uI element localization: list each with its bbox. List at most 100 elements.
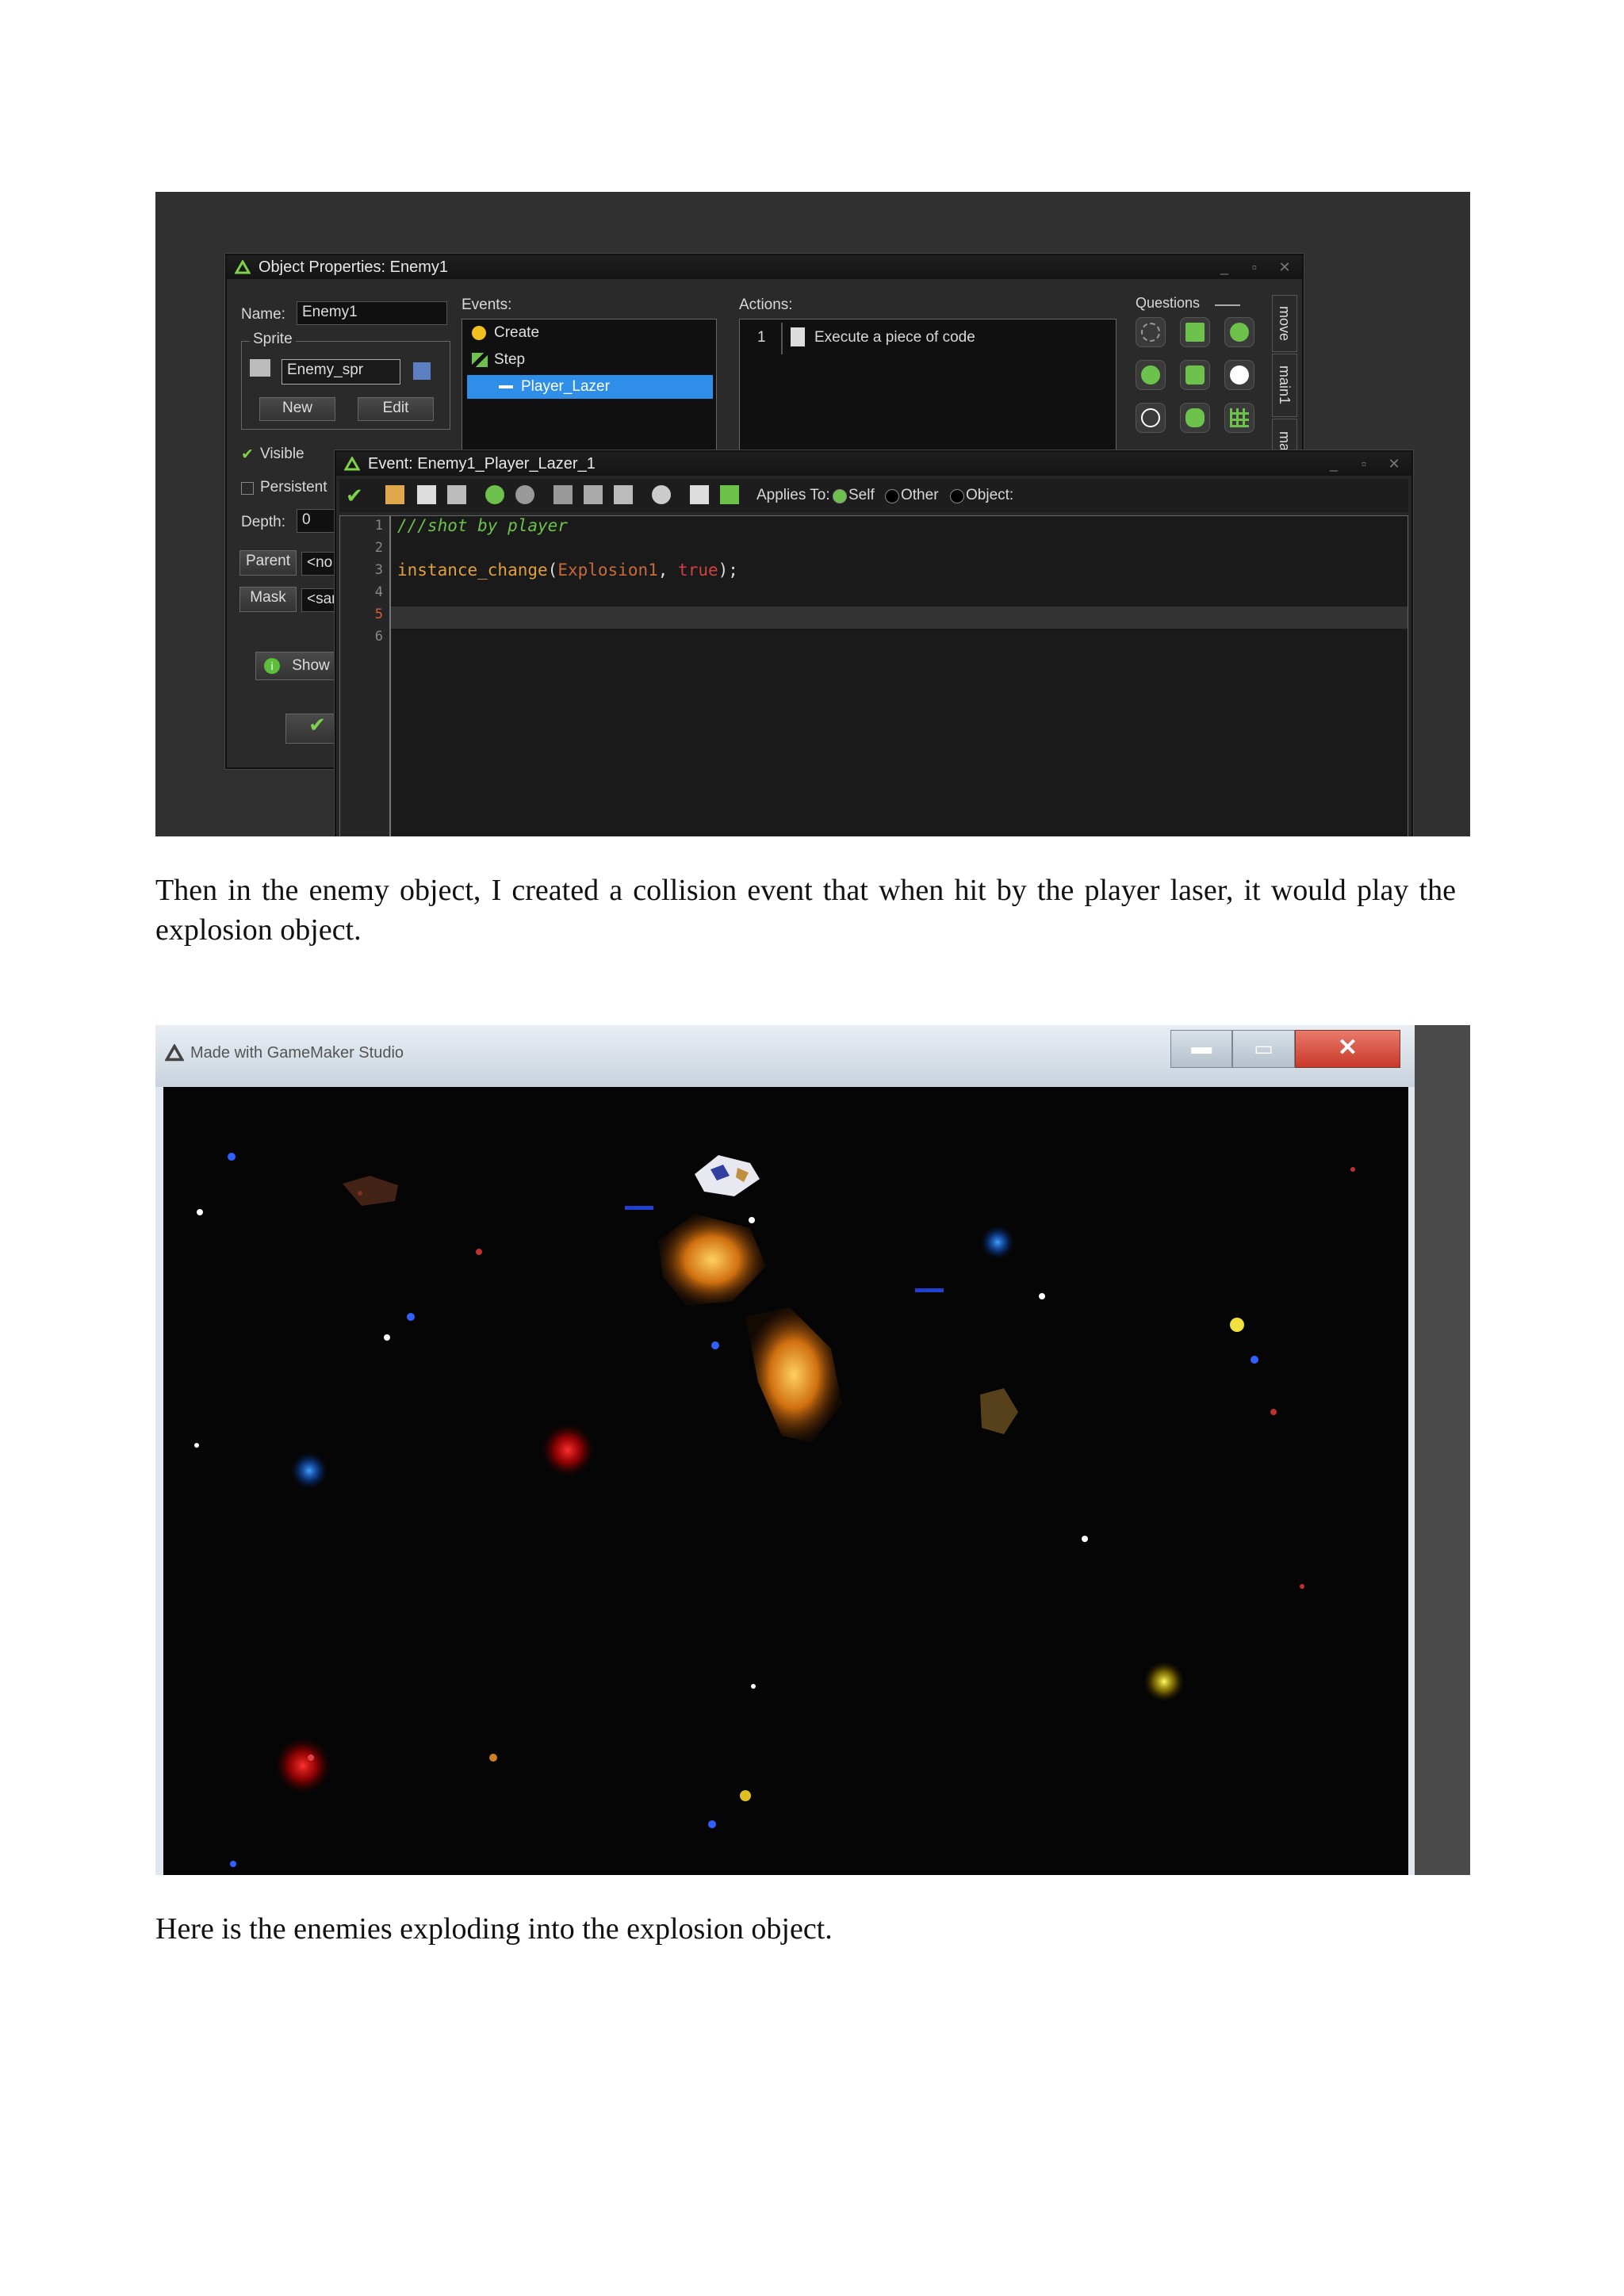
object-properties-titlebar[interactable]: Object Properties: Enemy1 _ ▫ ✕ [227,255,1302,279]
redo-icon[interactable] [515,485,534,504]
cut-icon[interactable] [553,485,573,504]
visible-checkbox[interactable]: ✔ [241,446,254,464]
blue-orb [980,1225,1015,1260]
export-icon[interactable] [720,485,739,504]
question-ask-icon[interactable] [1224,360,1254,390]
action-divider [781,323,783,354]
applies-object-radio[interactable] [950,489,964,503]
undo-icon[interactable] [485,485,504,504]
question-count-icon[interactable] [1136,360,1166,390]
event-window-titlebar[interactable]: Event: Enemy1_Player_Lazer_1 _ ▫ ✕ [336,452,1411,476]
applies-to-label: Applies To: [756,487,830,503]
name-field[interactable]: Enemy1 [297,301,447,325]
event-create[interactable]: Create [467,321,713,345]
ok-check-icon[interactable]: ✔ [346,484,363,508]
red-orb [274,1737,331,1794]
blue-orb [290,1452,328,1490]
game-window-titlebar[interactable]: Made with GameMaker Studio ▬ ▭ ✕ [155,1025,1415,1087]
yellow-orb [1143,1661,1185,1702]
sprite-field[interactable]: Enemy_spr [282,359,400,385]
questions-rule [1215,304,1240,306]
yellow-stars [489,1318,1244,1801]
applies-other-radio[interactable] [885,489,899,503]
question-mouse-icon[interactable] [1180,403,1210,433]
sprite-group: Sprite Enemy_spr New Edit [241,331,450,430]
explosion [343,1176,1018,1442]
parent-button[interactable]: Parent [239,550,297,576]
sprite-thumbnail-icon [250,359,270,377]
show-information-button[interactable]: i Show [255,652,343,680]
minimize-icon[interactable]: _ [1323,455,1345,473]
line-number: 1 [374,518,383,534]
tab-move[interactable]: move [1272,295,1297,352]
code-comment: ///shot by player [397,516,568,535]
laser-bolt [625,1206,653,1210]
actions-label: Actions: [739,297,793,313]
applies-self-radio[interactable] [833,489,847,503]
game-window-screenshot: Made with GameMaker Studio ▬ ▭ ✕ [155,1025,1470,1875]
minimize-button[interactable]: ▬ [1170,1030,1233,1068]
event-create-label: Create [494,324,540,341]
bulb-icon [472,326,486,340]
question-mark-icon[interactable] [1136,403,1166,433]
white-stars [194,1209,1088,1761]
game-canvas[interactable] [163,1087,1408,1875]
tab-main1[interactable]: main1 [1272,354,1297,417]
show-button-label: Show [292,657,330,674]
step-icon [472,353,488,367]
sprite-browse-icon[interactable] [413,362,431,380]
maximize-icon[interactable]: ▫ [1353,455,1375,473]
action-index: 1 [757,329,766,346]
question-grid-icon[interactable] [1224,403,1254,433]
goto-icon[interactable] [690,485,709,504]
maximize-icon[interactable]: ▫ [1243,258,1266,276]
game-window-title: Made with GameMaker Studio [190,1044,404,1062]
window-controls: ▬ ▭ ✕ [1170,1030,1401,1068]
red-stars [358,1167,1355,1589]
minimize-icon[interactable]: _ [1213,258,1235,276]
event-window-title: Event: Enemy1_Player_Lazer_1 [368,455,596,473]
action-execute-code[interactable]: Execute a piece of code [814,329,975,346]
print-icon[interactable] [447,485,466,504]
code-page-icon [791,327,805,346]
code-editor[interactable]: 1 2 3 4 5 6 ///shot by player instance_c… [339,515,1408,836]
close-button[interactable]: ✕ [1294,1030,1401,1068]
line-number: 4 [374,584,383,600]
lazer-sprite-icon [499,385,513,388]
edit-sprite-button[interactable]: Edit [358,397,434,421]
depth-label: Depth: [241,514,285,530]
close-icon[interactable]: ✕ [1274,258,1296,276]
event-collision-label: Player_Lazer [521,378,610,395]
line-number: 2 [374,540,383,556]
new-sprite-button[interactable]: New [259,397,335,421]
mask-button[interactable]: Mask [239,587,297,612]
search-icon[interactable] [652,485,671,504]
question-dice-icon[interactable] [1180,360,1210,390]
laser-bolt [915,1288,944,1292]
applies-object-label: Object: [966,487,1014,503]
line-number: 6 [374,629,383,645]
copy-icon[interactable] [584,485,603,504]
question-empty-icon[interactable] [1136,317,1166,347]
visible-label: Visible [260,446,304,462]
paste-icon[interactable] [614,485,633,504]
gamemaker-logo-icon [165,1044,184,1062]
code-paren: ( [547,561,558,580]
event-code-window: Event: Enemy1_Player_Lazer_1 _ ▫ ✕ ✔ App… [335,450,1413,836]
event-collision-player-lazer[interactable]: Player_Lazer [467,375,713,399]
red-orb [541,1423,595,1477]
close-icon[interactable]: ✕ [1383,455,1405,473]
question-collision-icon[interactable] [1180,317,1210,347]
collision-icon [472,380,492,394]
info-icon: i [264,658,280,674]
save-icon[interactable] [417,485,436,504]
event-step[interactable]: Step [467,348,713,372]
maximize-button[interactable]: ▭ [1232,1030,1295,1068]
player-ship [695,1155,760,1196]
sprite-group-label: Sprite [250,331,296,348]
open-icon[interactable] [385,485,404,504]
question-object-icon[interactable] [1224,317,1254,347]
actions-list: 1 Execute a piece of code [739,319,1116,463]
persistent-checkbox[interactable] [241,482,254,495]
code-comma: , [657,561,679,580]
